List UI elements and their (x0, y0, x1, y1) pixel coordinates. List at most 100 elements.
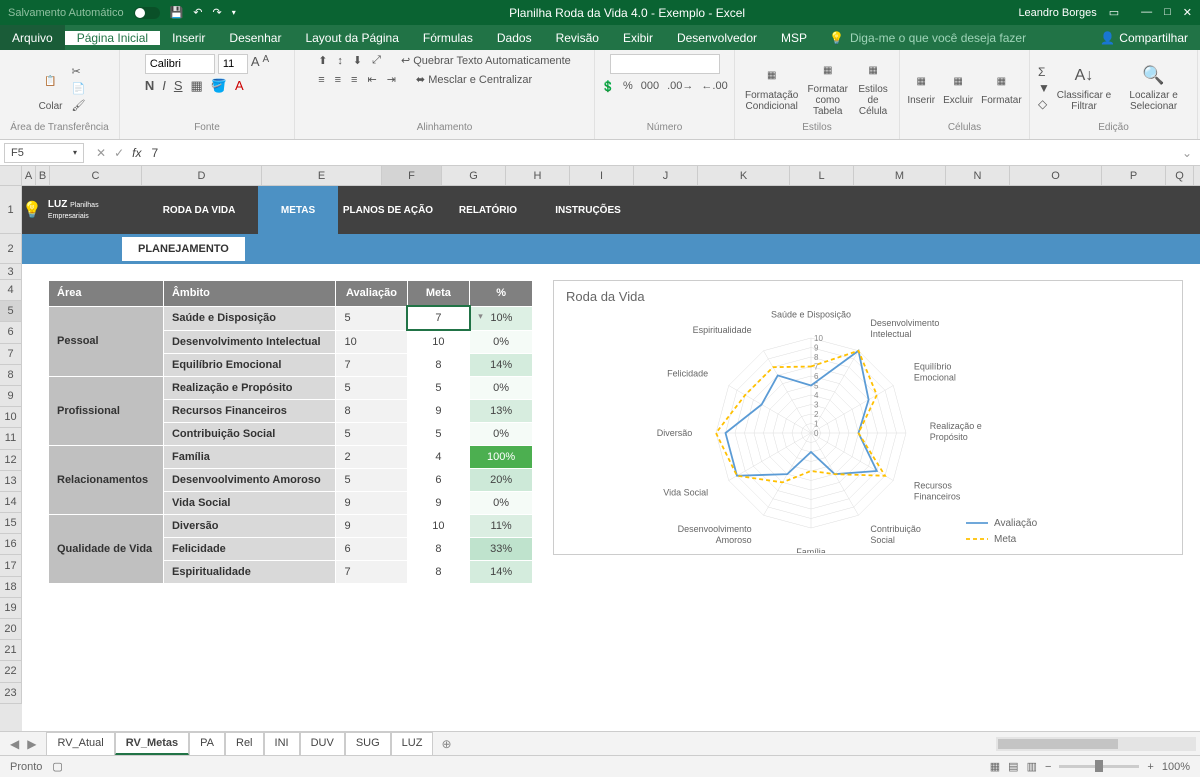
row-header[interactable]: 8 (0, 365, 22, 386)
delete-cells-button[interactable]: ▦Excluir (941, 68, 975, 108)
col-header[interactable]: A (22, 166, 36, 185)
row-header[interactable]: 6 (0, 322, 22, 343)
row-header[interactable]: 18 (0, 577, 22, 598)
cell-percent[interactable]: 14% (470, 561, 533, 584)
select-all-cell[interactable] (0, 166, 22, 186)
minimize-icon[interactable]: — (1141, 6, 1152, 19)
cell-percent[interactable]: 0% (470, 492, 533, 515)
col-header[interactable]: D (142, 166, 262, 185)
view-normal-icon[interactable]: ▦ (990, 760, 1000, 773)
new-sheet-icon[interactable]: ⊕ (441, 737, 451, 751)
row-header[interactable]: 7 (0, 344, 22, 365)
indent-increase-icon[interactable]: ⇥ (387, 73, 396, 86)
sheet-tab[interactable]: LUZ (391, 732, 434, 755)
font-color-icon[interactable]: A (235, 78, 244, 94)
cell-ambito[interactable]: Contribuição Social (163, 423, 335, 446)
col-header[interactable]: G (442, 166, 506, 185)
cell-meta[interactable]: 9 (407, 492, 470, 515)
tell-me-search[interactable]: 💡 Diga-me o que você deseja fazer (819, 31, 1100, 45)
cell-meta[interactable]: 5 (407, 423, 470, 446)
ribbon-options-icon[interactable]: ▭ (1109, 6, 1119, 19)
sheet-tab[interactable]: SUG (345, 732, 391, 755)
nav-tab[interactable]: PLANOS DE AÇÃO (338, 186, 438, 234)
cancel-formula-icon[interactable]: ✕ (96, 146, 106, 160)
cell-avaliacao[interactable]: 8 (336, 400, 407, 423)
sheet-tab[interactable]: PA (189, 732, 225, 755)
col-header[interactable]: J (634, 166, 698, 185)
cell-avaliacao[interactable]: 7 (336, 354, 407, 377)
cell-meta[interactable]: 4 (407, 446, 470, 469)
macro-record-icon[interactable]: ▢ (52, 760, 62, 773)
col-header[interactable]: O (1010, 166, 1102, 185)
cell-avaliacao[interactable]: 5 (336, 423, 407, 446)
menu-tab[interactable]: Inserir (160, 31, 217, 45)
tab-prev-icon[interactable]: ◀ (10, 737, 19, 751)
cell-avaliacao[interactable]: 5 (336, 306, 407, 330)
cell-meta[interactable]: 8 (407, 561, 470, 584)
formula-input[interactable]: 7 (149, 144, 1173, 162)
clear-icon[interactable]: ◇ (1038, 97, 1050, 111)
cell-avaliacao[interactable]: 7 (336, 561, 407, 584)
row-header[interactable]: 2 (0, 234, 22, 264)
sort-filter-button[interactable]: A↓Classificar e Filtrar (1054, 63, 1114, 114)
expand-formula-icon[interactable]: ⌄ (1182, 146, 1192, 160)
cell-area[interactable]: Pessoal (49, 306, 164, 377)
cell-ambito[interactable]: Vida Social (163, 492, 335, 515)
dropdown-icon[interactable]: ▾ (478, 311, 483, 322)
cell-meta[interactable]: 10 (407, 330, 470, 354)
align-left-icon[interactable]: ≡ (318, 74, 324, 86)
row-header[interactable]: 23 (0, 683, 22, 704)
row-header[interactable]: 19 (0, 598, 22, 619)
format-table-button[interactable]: ▦Formatar como Tabela (804, 57, 851, 119)
zoom-slider[interactable] (1059, 765, 1139, 768)
fill-icon[interactable]: ▼ (1038, 81, 1050, 95)
planejamento-button[interactable]: PLANEJAMENTO (122, 237, 245, 261)
cell-ambito[interactable]: Saúde e Disposição (163, 306, 335, 330)
row-header[interactable]: 17 (0, 555, 22, 576)
menu-tab[interactable]: Exibir (611, 31, 665, 45)
radar-chart[interactable]: Roda da Vida 012345678910Saúde e Disposi… (553, 280, 1183, 555)
menu-tab[interactable]: MSP (769, 31, 819, 45)
cell-avaliacao[interactable]: 9 (336, 515, 407, 538)
sheet-tab[interactable]: RV_Metas (115, 732, 189, 755)
row-header[interactable]: 20 (0, 619, 22, 640)
cell-ambito[interactable]: Realização e Propósito (163, 377, 335, 400)
row-header[interactable]: 21 (0, 640, 22, 661)
cell-area[interactable]: Relacionamentos (49, 446, 164, 515)
cell-percent[interactable]: 0% (470, 423, 533, 446)
menu-tab[interactable]: Fórmulas (411, 31, 485, 45)
cell-avaliacao[interactable]: 6 (336, 538, 407, 561)
wrap-text-button[interactable]: ↩ Quebrar Texto Automaticamente (401, 54, 571, 67)
col-header[interactable]: E (262, 166, 382, 185)
cell-avaliacao[interactable]: 5 (336, 377, 407, 400)
cell-ambito[interactable]: Família (163, 446, 335, 469)
menu-tab[interactable]: Desenhar (217, 31, 293, 45)
underline-button[interactable]: S (174, 78, 183, 94)
zoom-level[interactable]: 100% (1162, 761, 1190, 773)
format-cells-button[interactable]: ▦Formatar (979, 68, 1024, 108)
row-header[interactable]: 9 (0, 386, 22, 407)
col-header[interactable]: I (570, 166, 634, 185)
menu-tab[interactable]: Revisão (544, 31, 611, 45)
view-layout-icon[interactable]: ▤ (1008, 760, 1018, 773)
nav-tab[interactable]: INSTRUÇÕES (538, 186, 638, 234)
insert-cells-button[interactable]: ▦Inserir (905, 68, 937, 108)
cell-percent[interactable]: 0% (470, 377, 533, 400)
cell-ambito[interactable]: Desenvoolvimento Amoroso (163, 469, 335, 492)
paste-button[interactable]: 📋 Colar (34, 62, 68, 114)
cell-meta[interactable]: 10 (407, 515, 470, 538)
row-header[interactable]: 1 (0, 186, 22, 234)
col-header[interactable]: H (506, 166, 570, 185)
cell-percent[interactable]: 33% (470, 538, 533, 561)
font-size-input[interactable] (218, 54, 248, 74)
align-center-icon[interactable]: ≡ (335, 74, 341, 86)
cell-ambito[interactable]: Recursos Financeiros (163, 400, 335, 423)
save-icon[interactable]: 💾 (170, 6, 184, 19)
conditional-format-button[interactable]: ▦Formatação Condicional (743, 63, 800, 114)
cell-percent[interactable]: 13% (470, 400, 533, 423)
row-header[interactable]: 14 (0, 492, 22, 513)
cell-ambito[interactable]: Diversão (163, 515, 335, 538)
redo-icon[interactable]: ↷ (213, 6, 222, 19)
cell-percent[interactable]: 20% (470, 469, 533, 492)
row-header[interactable]: 4 (0, 280, 22, 301)
